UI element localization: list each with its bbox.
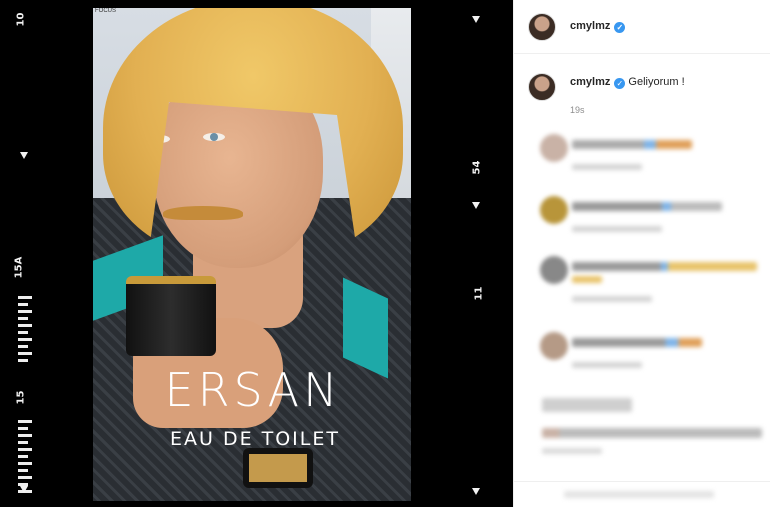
caption-username[interactable]: cmylmz — [570, 76, 610, 88]
blurred-comment-text — [572, 338, 702, 347]
film-label-lower: 15 — [15, 390, 27, 405]
film-border-right: 54 11 — [458, 0, 498, 507]
poster-photo: FOCUS ERSAN EAU DE TOILET — [93, 8, 411, 501]
avatar[interactable] — [528, 12, 556, 41]
caption-avatar[interactable] — [528, 73, 556, 101]
focus-tag: FOCUS — [95, 8, 116, 14]
blurred-comment-meta — [572, 296, 652, 302]
mustache — [163, 206, 243, 220]
caption-body: cmylmz ✓ Geliyorum ! 19s — [570, 73, 685, 119]
add-comment-bar[interactable] — [514, 481, 770, 507]
verified-badge-icon: ✓ — [614, 22, 626, 33]
blurred-avatar — [540, 332, 568, 360]
film-triangle-marker — [20, 152, 28, 159]
perfume-jar — [126, 276, 216, 356]
film-label-top: 10 — [15, 12, 27, 27]
blurred-comment-meta — [572, 164, 642, 170]
film-label-mid: 15A — [13, 256, 25, 279]
caption-text: Geliyorum ! — [628, 76, 685, 88]
blurred-comment-meta — [572, 226, 662, 232]
blurred-avatar — [540, 196, 568, 224]
blurred-comment-emoji — [572, 276, 602, 283]
film-border-left: 10 15A 15 — [2, 0, 42, 507]
likes-row[interactable] — [528, 426, 763, 466]
blurred-action-icons — [542, 398, 632, 412]
film-label-right-mid: 54 — [471, 160, 483, 175]
film-triangle-marker-right-bottom — [472, 488, 480, 495]
caption-verified-badge-icon: ✓ — [614, 78, 626, 89]
caption-timestamp: 19s — [570, 105, 585, 115]
eye-left — [203, 133, 225, 141]
wristwatch — [243, 448, 313, 488]
comment-item[interactable] — [528, 196, 763, 236]
poster-brand-title: ERSAN — [164, 363, 342, 417]
blurred-comment-meta — [572, 362, 642, 368]
blurred-comment-text — [572, 202, 722, 211]
post-media[interactable]: 10 15A 15 54 11 FOCUS ERSAN EAU DE TOILE… — [0, 0, 513, 507]
caption: cmylmz ✓ Geliyorum ! 19s — [528, 73, 758, 119]
blurred-comment-text — [572, 140, 692, 149]
comment-item[interactable] — [528, 134, 763, 174]
post-header: cmylmz ✓ — [514, 0, 770, 54]
film-triangle-marker-bottom — [20, 486, 28, 493]
blurred-likes-text — [542, 428, 762, 438]
blurred-comment-text — [572, 262, 757, 271]
comment-item[interactable] — [528, 256, 763, 302]
film-triangle-marker-right-top — [472, 16, 480, 23]
poster-subtitle: EAU DE TOILET — [170, 428, 340, 450]
blurred-avatar — [540, 134, 568, 162]
film-label-right-low: 11 — [473, 286, 485, 301]
post-sidebar: cmylmz ✓ cmylmz ✓ Geliyorum ! 19s — [513, 0, 770, 507]
blurred-comment-input[interactable] — [564, 491, 714, 498]
blurred-avatar — [540, 256, 568, 284]
blurred-post-date — [542, 448, 602, 454]
comment-item[interactable] — [528, 332, 763, 372]
username-link[interactable]: cmylmz ✓ — [570, 20, 626, 33]
film-triangle-marker-right-mid — [472, 202, 480, 209]
film-ladder-upper — [18, 296, 32, 366]
username-text: cmylmz — [570, 20, 611, 32]
